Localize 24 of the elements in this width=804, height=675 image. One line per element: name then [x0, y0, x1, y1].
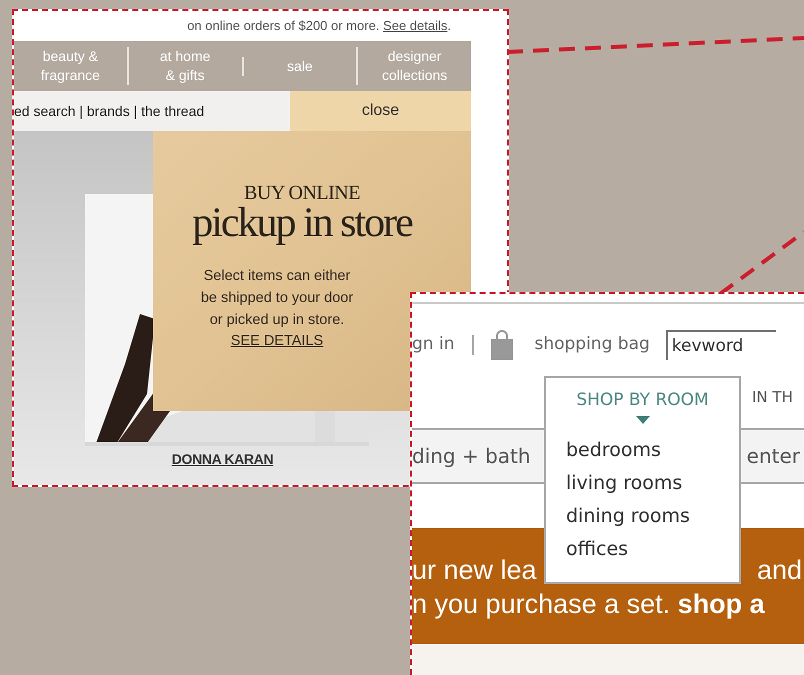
promo-body: Select items can either be shipped to your door or picked up in store.: [200, 267, 354, 330]
banner-text: n you purchase a set. shop a: [412, 588, 766, 620]
shop-by-room-tab[interactable]: SHOP BY ROOM: [546, 378, 739, 414]
see-details-link[interactable]: See details: [383, 18, 448, 34]
see-details-link[interactable]: SEE DETAILS: [230, 331, 374, 351]
category-link[interactable]: ding + bath: [412, 441, 531, 471]
dropdown-item[interactable]: living rooms: [566, 468, 739, 498]
search-field[interactable]: kevword: [666, 330, 776, 360]
close-button[interactable]: close: [290, 91, 471, 131]
promo-headline: pickup in store: [192, 203, 412, 243]
dropdown-item[interactable]: offices: [566, 534, 739, 564]
category-link[interactable]: enter: [746, 441, 800, 471]
caret-icon: [636, 416, 650, 424]
shopping-bag-link[interactable]: shopping bag: [534, 332, 650, 358]
shopping-bag-icon[interactable]: [490, 330, 514, 360]
dropdown-item[interactable]: dining rooms: [566, 502, 739, 530]
banner-text: ur new lea: [412, 554, 537, 587]
banner-text: and: [756, 554, 802, 587]
nav-tab[interactable]: IN TH: [752, 386, 793, 408]
brand-link[interactable]: DONNA KARAN: [172, 449, 274, 470]
promo-kicker: BUY ONLINE: [244, 183, 360, 203]
sign-in-link[interactable]: gn in: [412, 332, 454, 358]
shipping-note: on online orders of $200 or more. See details.: [187, 17, 451, 36]
dropdown-item[interactable]: bedrooms: [566, 436, 739, 464]
